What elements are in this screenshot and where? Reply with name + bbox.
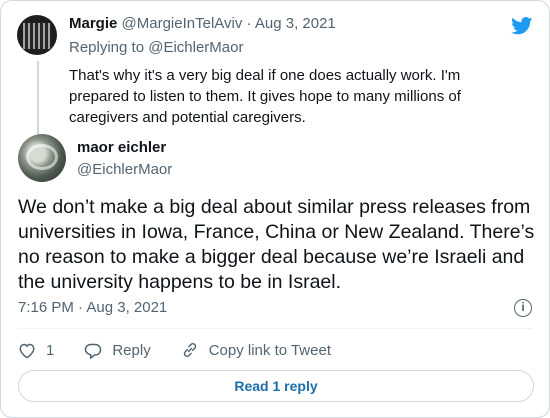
like-button[interactable]: 1 (18, 342, 54, 359)
replying-to-line: Replying to @EichlerMaor (69, 39, 243, 56)
reply-bubble-icon (85, 343, 102, 359)
avatar-pattern (26, 144, 58, 170)
main-avatar[interactable] (18, 134, 66, 182)
tweet-actions-bar: 1 Reply Copy link to Tweet (18, 340, 361, 360)
reply-label: Reply (112, 341, 151, 359)
parent-tweet-header: Margie @MargieInTelAviv · Aug 3, 2021 (69, 15, 336, 32)
parent-tweet-text: That's why it's a very big deal if one d… (69, 67, 461, 126)
parent-avatar[interactable] (17, 15, 57, 55)
copy-link-label: Copy link to Tweet (208, 341, 331, 359)
like-count: 1 (46, 341, 55, 359)
main-tweet-timestamp[interactable]: 7:16 PM · Aug 3, 2021 (18, 299, 167, 316)
meta-separator: · (246, 15, 252, 32)
main-tweet-text: We don’t make a big deal about similar p… (18, 196, 535, 293)
replying-to-prefix: Replying to (69, 39, 145, 56)
embedded-tweet-card: Margie @MargieInTelAviv · Aug 3, 2021 Re… (0, 0, 550, 418)
divider (18, 328, 532, 329)
reply-button[interactable]: Reply (84, 341, 151, 359)
avatar-pattern (23, 23, 51, 49)
link-icon (183, 343, 196, 357)
main-author-handle[interactable]: @EichlerMaor (77, 161, 172, 178)
replying-to-handle[interactable]: @EichlerMaor (148, 39, 243, 56)
parent-author-handle[interactable]: @MargieInTelAviv (122, 15, 243, 32)
heart-icon (19, 343, 35, 359)
info-icon[interactable]: i (514, 299, 532, 317)
twitter-bird-icon[interactable] (511, 17, 533, 35)
thread-connector-line (37, 61, 39, 139)
copy-link-button[interactable]: Copy link to Tweet (181, 341, 331, 359)
main-author-name[interactable]: maor eichler (77, 139, 166, 156)
parent-tweet-date[interactable]: Aug 3, 2021 (255, 15, 336, 32)
read-replies-button[interactable]: Read 1 reply (18, 370, 534, 402)
parent-author-name[interactable]: Margie (69, 15, 117, 32)
